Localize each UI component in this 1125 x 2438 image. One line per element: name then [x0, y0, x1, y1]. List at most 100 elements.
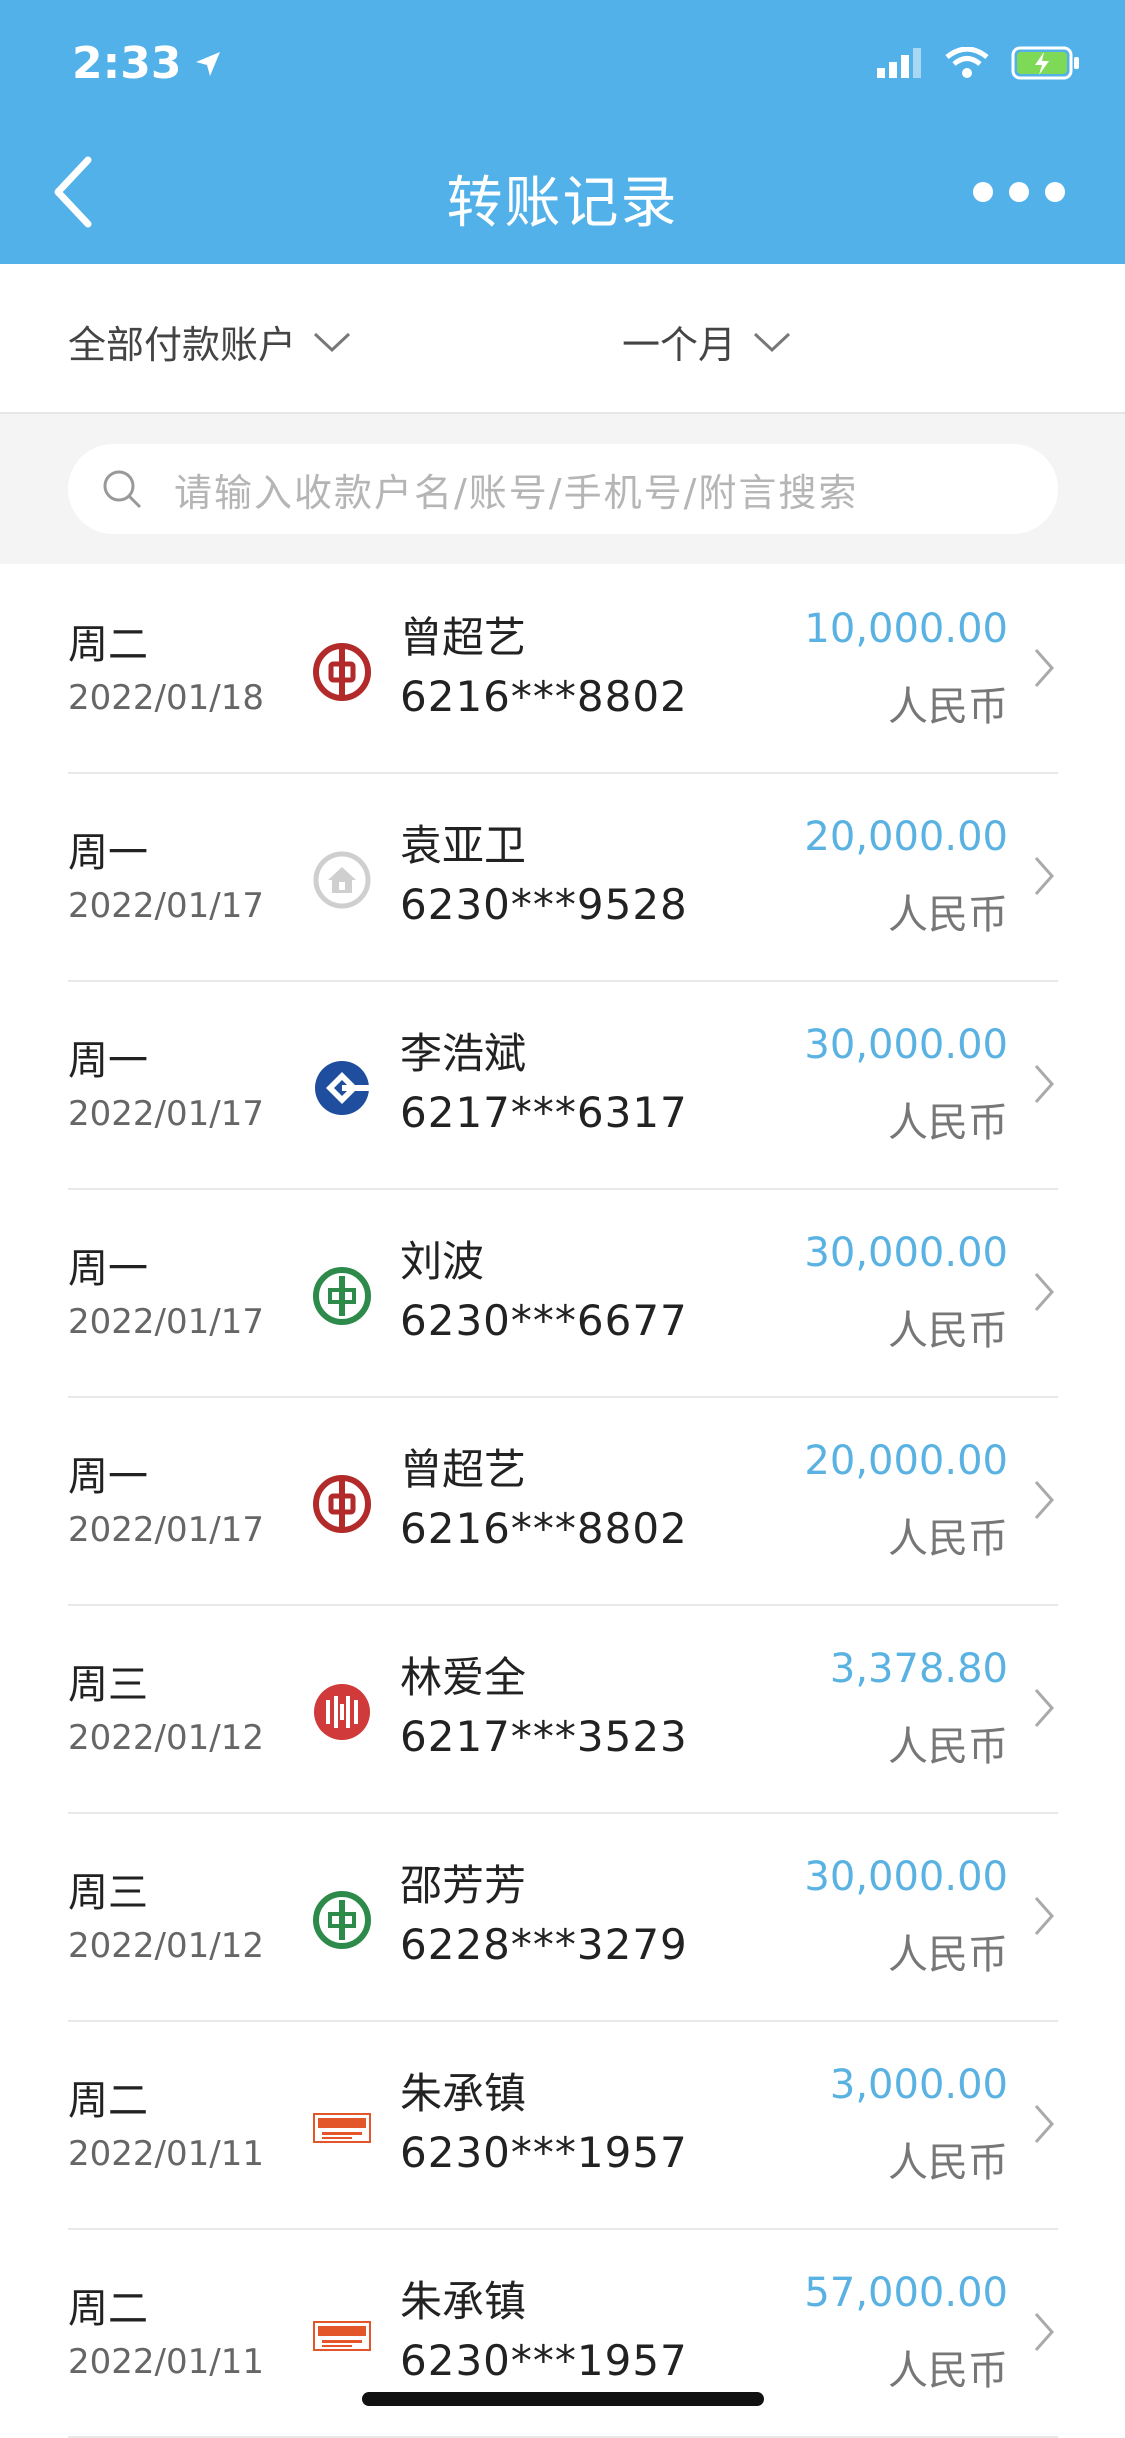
bank-house-logo-icon — [312, 850, 372, 910]
payee-name: 曾超艺 — [400, 613, 527, 662]
chevron-right-icon — [1034, 2313, 1055, 2351]
chevron-right-icon — [1034, 1273, 1055, 1311]
record-weekday: 周一 — [68, 1454, 148, 1500]
period-filter-label: 一个月 — [622, 323, 737, 367]
currency-label: 人民币 — [888, 2348, 1008, 2394]
pingan-logo-icon — [312, 2098, 372, 2158]
payee-name: 袁亚卫 — [400, 821, 527, 870]
page-title: 转账记录 — [446, 171, 679, 236]
chevron-right-icon — [1034, 1065, 1055, 1103]
status-indicators — [877, 46, 1081, 80]
search-input[interactable]: 请输入收款户名/账号/手机号/附言搜索 — [68, 444, 1058, 534]
citic-logo-icon — [312, 1682, 372, 1742]
chevron-right-icon — [1034, 1481, 1055, 1519]
record-date: 2022/01/17 — [68, 1094, 264, 1134]
currency-label: 人民币 — [888, 2140, 1008, 2186]
cellular-signal-icon — [877, 48, 921, 78]
record-weekday: 周一 — [68, 1246, 148, 1292]
currency-label: 人民币 — [888, 1308, 1008, 1354]
transfer-amount: 20,000.00 — [804, 1438, 1008, 1484]
account-filter-label: 全部付款账户 — [68, 323, 297, 367]
record-weekday: 周二 — [68, 2286, 148, 2332]
record-date: 2022/01/12 — [68, 1926, 264, 1966]
currency-label: 人民币 — [888, 892, 1008, 938]
payee-account: 6217***3523 — [400, 1712, 688, 1761]
record-date: 2022/01/12 — [68, 1718, 264, 1758]
payee-account: 6230***1957 — [400, 2128, 688, 2177]
filter-bar: 全部付款账户 一个月 — [0, 264, 1125, 414]
record-date: 2022/01/11 — [68, 2342, 264, 2382]
transfer-record-row[interactable]: 周一 2022/01/17 袁亚卫 6230***9528 20,000.00 … — [68, 774, 1058, 982]
chevron-down-icon — [753, 332, 791, 352]
payee-name: 李浩斌 — [400, 1029, 527, 1078]
home-indicator — [362, 2392, 764, 2406]
chevron-right-icon — [1034, 649, 1055, 687]
chevron-down-icon — [313, 332, 351, 352]
transfer-amount: 3,378.80 — [829, 1646, 1008, 1692]
payee-account: 6230***1957 — [400, 2336, 688, 2385]
record-date: 2022/01/18 — [68, 678, 264, 718]
status-bar-time: 2:33 — [72, 38, 223, 89]
transfer-amount: 57,000.00 — [804, 2270, 1008, 2316]
transfer-record-row[interactable]: 周二 2022/01/11 朱承镇 6230***1957 3,000.00 人… — [68, 2022, 1058, 2230]
pingan-logo-icon — [312, 2306, 372, 2366]
transfer-record-row[interactable]: 周二 2022/01/11 朱承镇 6230***1957 57,000.00 … — [68, 2230, 1058, 2438]
abc-logo-icon — [312, 1266, 372, 1326]
transfer-amount: 10,000.00 — [804, 606, 1008, 652]
transfer-amount: 20,000.00 — [804, 814, 1008, 860]
transfer-record-row[interactable]: 周一 2022/01/17 李浩斌 6217***6317 30,000.00 … — [68, 982, 1058, 1190]
nav-header: 2:33 转账记录 — [0, 0, 1125, 264]
more-options-icon[interactable] — [973, 182, 1065, 202]
record-weekday: 周三 — [68, 1662, 148, 1708]
payee-account: 6228***3279 — [400, 1920, 688, 1969]
record-weekday: 周一 — [68, 830, 148, 876]
currency-label: 人民币 — [888, 1516, 1008, 1562]
record-date: 2022/01/11 — [68, 2134, 264, 2174]
currency-label: 人民币 — [888, 1100, 1008, 1146]
period-filter-dropdown[interactable]: 一个月 — [622, 314, 792, 369]
chevron-right-icon — [1034, 1897, 1055, 1935]
payee-name: 林爱全 — [400, 1653, 527, 1702]
transfer-record-row[interactable]: 周三 2022/01/12 邵芳芳 6228***3279 30,000.00 … — [68, 1814, 1058, 2022]
payee-account: 6217***6317 — [400, 1088, 688, 1137]
battery-charging-icon — [1011, 46, 1079, 80]
account-filter-dropdown[interactable]: 全部付款账户 — [68, 314, 352, 369]
location-arrow-icon — [196, 51, 221, 76]
record-weekday: 周二 — [68, 2078, 148, 2124]
payee-account: 6216***8802 — [400, 672, 688, 721]
currency-label: 人民币 — [888, 1724, 1008, 1770]
payee-account: 6230***9528 — [400, 880, 688, 929]
transfer-record-row[interactable]: 周二 2022/01/18 曾超艺 6216***8802 10,000.00 … — [68, 566, 1058, 774]
transfer-record-row[interactable]: 周一 2022/01/17 刘波 6230***6677 30,000.00 人… — [68, 1190, 1058, 1398]
abc-logo-icon — [312, 1890, 372, 1950]
transfer-record-row[interactable]: 周三 2022/01/12 林爱全 6217***3523 3,378.80 人… — [68, 1606, 1058, 1814]
ccb-logo-icon — [312, 1058, 372, 1118]
boc-logo-icon — [312, 642, 372, 702]
search-area: 请输入收款户名/账号/手机号/附言搜索 — [0, 414, 1125, 564]
record-weekday: 周三 — [68, 1870, 148, 1916]
transfer-amount: 30,000.00 — [804, 1230, 1008, 1276]
chevron-right-icon — [1034, 857, 1055, 895]
boc-logo-icon — [312, 1474, 372, 1534]
payee-name: 朱承镇 — [400, 2277, 527, 2326]
payee-account: 6230***6677 — [400, 1296, 688, 1345]
payee-name: 曾超艺 — [400, 1445, 527, 1494]
wifi-icon — [945, 47, 989, 78]
transfer-amount: 30,000.00 — [804, 1854, 1008, 1900]
transfer-amount: 3,000.00 — [829, 2062, 1008, 2108]
payee-name: 刘波 — [400, 1237, 485, 1286]
currency-label: 人民币 — [888, 684, 1008, 730]
payee-name: 邵芳芳 — [400, 1861, 527, 1910]
transfer-amount: 30,000.00 — [804, 1022, 1008, 1068]
search-placeholder: 请输入收款户名/账号/手机号/附言搜索 — [174, 470, 859, 515]
clock-text: 2:33 — [72, 38, 182, 89]
chevron-right-icon — [1034, 2105, 1055, 2143]
record-date: 2022/01/17 — [68, 886, 264, 926]
transfer-record-list: 周二 2022/01/18 曾超艺 6216***8802 10,000.00 … — [0, 566, 1125, 2438]
currency-label: 人民币 — [888, 1932, 1008, 1978]
transfer-record-row[interactable]: 周一 2022/01/17 曾超艺 6216***8802 20,000.00 … — [68, 1398, 1058, 1606]
chevron-right-icon — [1034, 1689, 1055, 1727]
record-weekday: 周一 — [68, 1038, 148, 1084]
record-weekday: 周二 — [68, 622, 148, 668]
record-date: 2022/01/17 — [68, 1302, 264, 1342]
